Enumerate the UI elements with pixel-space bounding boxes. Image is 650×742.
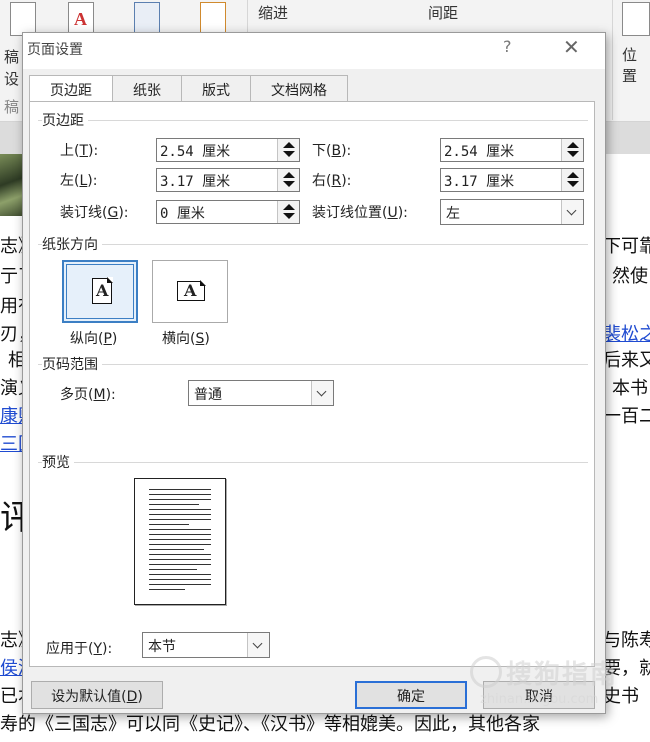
ribbon-left-label: 稿: [4, 48, 20, 66]
top-margin-label: 上(T):: [60, 143, 99, 159]
close-icon[interactable]: ✕: [563, 35, 580, 59]
margins-panel: 页边距 上(T): 2.54 厘米 下(B): 2.54 厘米 左(L): 3.…: [29, 101, 595, 667]
landscape-label: 横向(S): [162, 331, 210, 347]
multiple-pages-value: 普通: [194, 387, 222, 403]
page-setup-dialog: 页面设置 ? ✕ 页边距 纸张 版式 文档网格 页边距 上(T): 2.54 厘…: [22, 32, 606, 714]
portrait-label: 纵向(P): [70, 331, 118, 347]
spin-arrows[interactable]: [277, 201, 299, 223]
ribbon-divider: [612, 0, 613, 120]
bottom-margin-spinner[interactable]: 2.54 厘米: [440, 138, 584, 162]
gutter-label: 装订线(G):: [60, 205, 129, 221]
apply-to-value: 本节: [148, 639, 176, 655]
position-icon[interactable]: [622, 2, 650, 36]
margins-section-title: 页边距: [42, 110, 88, 130]
right-margin-value: 3.17 厘米: [444, 174, 515, 190]
watermark-logo-icon: [470, 656, 502, 688]
doc-fragment: 然使: [612, 266, 648, 287]
tab-bar: 页边距 纸张 版式 文档网格: [29, 75, 348, 102]
top-margin-spinner[interactable]: 2.54 厘米: [156, 138, 300, 162]
left-margin-label: 左(L):: [60, 173, 98, 189]
ribbon-left-label: 设: [4, 70, 20, 88]
tab-paper[interactable]: 纸张: [112, 75, 182, 101]
set-default-button[interactable]: 设为默认值(D): [31, 681, 163, 709]
help-icon[interactable]: ?: [503, 37, 512, 56]
bottom-margin-label: 下(B):: [312, 143, 352, 159]
spin-arrows[interactable]: [277, 169, 299, 191]
position-label[interactable]: 位置: [622, 44, 650, 86]
gutter-position-label: 装订线位置(U):: [312, 205, 408, 221]
apply-to-label: 应用于(Y):: [46, 641, 113, 657]
doc-fragment: 本书: [612, 378, 648, 399]
section-divider: [38, 364, 588, 365]
multiple-pages-select[interactable]: 普通: [188, 380, 334, 406]
top-margin-value: 2.54 厘米: [160, 144, 231, 160]
doc-link[interactable]: 裴松之: [603, 320, 650, 346]
preview-section-title: 预览: [42, 452, 74, 472]
page-color-icon[interactable]: [68, 2, 94, 36]
indent-label: 缩进: [258, 4, 289, 22]
watermark-text: 搜狗指南: [506, 660, 619, 690]
pages-section-title: 页码范围: [42, 354, 102, 374]
landscape-page-icon: A: [177, 280, 206, 301]
gutter-position-select[interactable]: 左: [440, 199, 584, 225]
section-divider: [38, 120, 588, 121]
watermark-subtext: zhinan.sogou.com: [480, 692, 599, 707]
tab-margins[interactable]: 页边距: [29, 75, 113, 102]
doc-fragment: 后来又: [603, 350, 650, 371]
section-divider: [38, 462, 588, 463]
preview-page: [134, 478, 226, 605]
watermark-icon[interactable]: [10, 2, 36, 36]
gutter-position-value: 左: [446, 206, 460, 222]
spin-arrows[interactable]: [561, 169, 583, 191]
ok-button[interactable]: 确定: [355, 681, 467, 709]
left-margin-spinner[interactable]: 3.17 厘米: [156, 168, 300, 192]
gutter-spinner[interactable]: 0 厘米: [156, 200, 300, 224]
spacing-label: 间距: [428, 4, 459, 22]
document-image: [0, 154, 24, 216]
doc-fragment: 一百二: [603, 406, 650, 427]
doc-fragment: 与陈寿: [603, 630, 650, 651]
sogou-watermark: 搜狗指南 zhinan.sogou.com: [470, 652, 650, 712]
section-divider: [38, 244, 588, 245]
chevron-down-icon[interactable]: [247, 633, 269, 657]
multiple-pages-label: 多页(M):: [60, 387, 116, 403]
portrait-page-icon: A: [92, 277, 113, 304]
tab-document-grid[interactable]: 文档网格: [250, 75, 348, 101]
ribbon-left-label: 稿: [4, 98, 20, 116]
chevron-down-icon[interactable]: [561, 200, 583, 224]
apply-to-select[interactable]: 本节: [142, 632, 270, 658]
page-setup-icon[interactable]: [200, 2, 226, 36]
orientation-section-title: 纸张方向: [42, 234, 102, 254]
right-margin-spinner[interactable]: 3.17 厘米: [440, 168, 584, 192]
doc-fragment: 下可靠: [603, 236, 650, 257]
page-border-icon[interactable]: [134, 2, 160, 36]
right-margin-label: 右(R):: [312, 173, 352, 189]
gutter-value: 0 厘米: [160, 206, 205, 222]
chevron-down-icon[interactable]: [311, 381, 333, 405]
left-margin-value: 3.17 厘米: [160, 174, 231, 190]
dialog-title: 页面设置: [27, 42, 83, 58]
dialog-titlebar[interactable]: 页面设置 ? ✕: [23, 33, 605, 69]
landscape-button[interactable]: A: [152, 260, 228, 323]
spin-arrows[interactable]: [561, 139, 583, 161]
tab-layout[interactable]: 版式: [181, 75, 251, 101]
bottom-margin-value: 2.54 厘米: [444, 144, 515, 160]
spin-arrows[interactable]: [277, 139, 299, 161]
portrait-button[interactable]: A: [62, 260, 138, 323]
